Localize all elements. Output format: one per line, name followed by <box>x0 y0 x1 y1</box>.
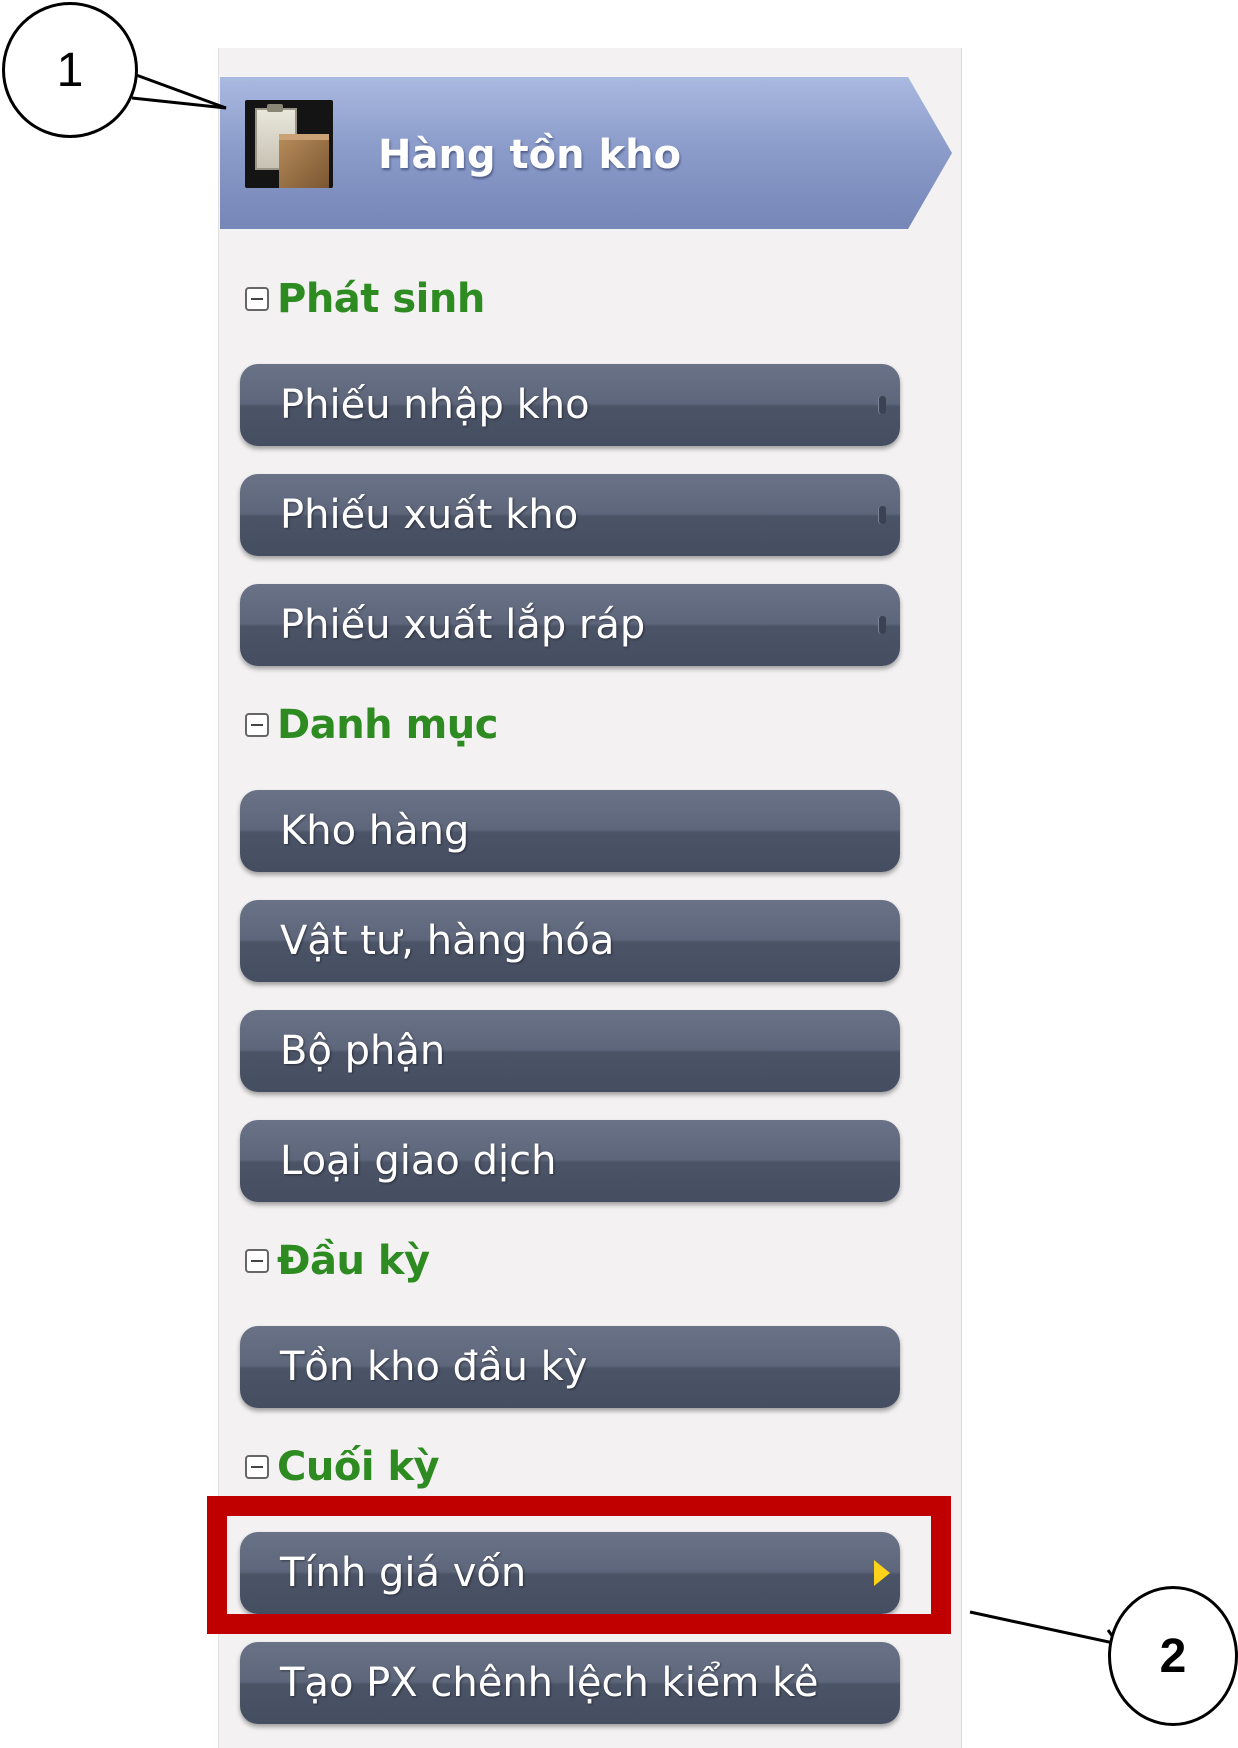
callout-1: 1 <box>2 2 138 138</box>
callout-leaders <box>127 70 1122 1647</box>
callout-2: 2 <box>1108 1586 1238 1726</box>
